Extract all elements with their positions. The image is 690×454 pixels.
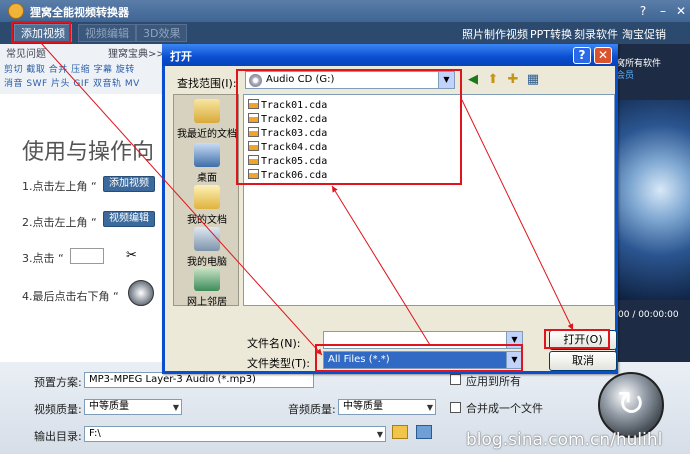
back-icon[interactable]: ◀	[465, 72, 481, 88]
my-computer-icon	[194, 227, 220, 251]
cancel-button[interactable]: 取消	[549, 351, 617, 371]
output-label: 输出目录:	[34, 430, 82, 443]
app-title: 狸窝全能视频转换器	[30, 6, 129, 19]
convert-icon: ↻	[616, 384, 646, 424]
place-network-label: 网上邻居	[187, 297, 227, 308]
tab-guide[interactable]: 狸窝宝典>>	[108, 45, 165, 60]
audio-quality-label: 音频质量:	[288, 403, 336, 416]
link-photo-video[interactable]: 照片制作视频	[462, 26, 528, 42]
look-in-label: 查找范围(I):	[177, 77, 237, 90]
open-folder-icon[interactable]	[416, 425, 432, 439]
3d-effects-button[interactable]: 3D效果	[136, 24, 188, 42]
apply-all-checkbox[interactable]	[450, 374, 461, 385]
places-bar: 我最近的文档 桌面 我的文档 我的电脑 网上邻居	[173, 94, 240, 308]
preset-label: 预置方案:	[34, 376, 82, 389]
watermark: blog.sina.com.cn/hulihl	[466, 430, 663, 450]
app-title-bar: 狸窝全能视频转换器 ? – ✕	[0, 0, 690, 22]
highlight-file-type	[315, 344, 523, 372]
merge-checkbox[interactable]	[450, 402, 461, 413]
tab-faq[interactable]: 常见问题	[6, 45, 46, 60]
chevron-down-icon: ▼	[426, 403, 433, 412]
time-readout: 00 / 00:00:00	[618, 310, 679, 320]
filetype-label: 文件类型(T):	[247, 357, 311, 370]
merge-label: 合并成一个文件	[466, 402, 543, 415]
feature-row-2[interactable]: 消音 SWF 片头 GIF 双音轨 MV	[4, 76, 140, 89]
desktop-icon	[194, 143, 220, 167]
place-network[interactable]: 网上邻居	[174, 267, 240, 308]
place-desktop[interactable]: 桌面	[174, 143, 240, 184]
place-desktop-label: 桌面	[197, 173, 217, 184]
highlight-add-video	[11, 21, 71, 43]
step-4-text: 4.最后点击右下角 “	[22, 290, 119, 303]
link-ppt[interactable]: PPT转换	[530, 26, 572, 42]
new-folder-icon[interactable]: ✚	[505, 72, 521, 88]
step-2-edit-video-button[interactable]: 视频编辑	[103, 211, 155, 227]
help-icon[interactable]: ?	[636, 4, 650, 18]
highlight-file-list	[236, 69, 462, 185]
guide-heading: 使用与操作向	[22, 140, 155, 165]
toolbar: 添加视频 视频编辑 3D效果 照片制作视频 PPT转换 刻录软件 淘宝促销	[0, 22, 690, 44]
preset-select[interactable]: MP3-MPEG Layer-3 Audio (*.mp3)	[84, 372, 314, 388]
app-logo-icon	[8, 3, 24, 19]
place-recent-label: 我最近的文档	[177, 129, 237, 140]
convert-button[interactable]: ↻	[598, 372, 664, 438]
chevron-down-icon: ▼	[376, 430, 383, 439]
view-menu-icon[interactable]: ▦	[525, 72, 541, 88]
up-folder-icon[interactable]: ⬆	[485, 72, 501, 88]
audio-quality-value: 中等质量	[343, 401, 383, 412]
video-preview	[616, 100, 690, 300]
dialog-title-bar: 打开 ? ✕	[162, 44, 618, 66]
preview-panel: 窝所有软件 会员 00 / 00:00:00	[612, 44, 690, 362]
video-quality-select[interactable]: 中等质量 ▼	[84, 399, 182, 415]
feature-panel: 常见问题 狸窝宝典>> 剪切 截取 合并 压缩 字幕 旋转 消音 SWF 片头 …	[0, 44, 168, 94]
link-taobao[interactable]: 淘宝促销	[622, 26, 666, 42]
network-icon	[194, 267, 220, 291]
filename-label: 文件名(N):	[247, 337, 301, 350]
tool-icon[interactable]: ✂	[126, 248, 137, 263]
output-dir-select[interactable]: F:\ ▼	[84, 426, 386, 442]
apply-all-label: 应用到所有	[466, 375, 521, 388]
close-icon[interactable]: ✕	[674, 4, 688, 18]
place-computer[interactable]: 我的电脑	[174, 227, 240, 268]
link-burn[interactable]: 刻录软件	[574, 26, 618, 42]
step-2-text: 2.点击左上角 “	[22, 216, 97, 229]
preset-value: MP3-MPEG Layer-3 Audio (*.mp3)	[89, 374, 256, 385]
video-quality-label: 视频质量:	[34, 403, 82, 416]
place-recent[interactable]: 我最近的文档	[174, 99, 240, 140]
my-documents-icon	[194, 185, 220, 209]
audio-quality-select[interactable]: 中等质量 ▼	[338, 399, 436, 415]
step-1-text: 1.点击左上角 “	[22, 180, 97, 193]
chevron-down-icon: ▼	[172, 403, 179, 412]
video-quality-value: 中等质量	[89, 401, 129, 412]
output-dir-value: F:\	[89, 428, 101, 439]
feature-row-1[interactable]: 剪切 截取 合并 压缩 字幕 旋转	[4, 62, 135, 75]
right-info-member[interactable]: 会员	[616, 68, 634, 81]
minimize-icon[interactable]: –	[656, 4, 670, 18]
step-3-text: 3.点击 “	[22, 252, 64, 265]
place-documents-label: 我的文档	[187, 215, 227, 226]
edit-video-button[interactable]: 视频编辑	[78, 24, 136, 42]
dialog-title: 打开	[170, 50, 192, 63]
place-documents[interactable]: 我的文档	[174, 185, 240, 226]
help-icon[interactable]: ?	[573, 47, 591, 64]
step-3-combo[interactable]	[70, 248, 104, 264]
recent-docs-icon	[194, 99, 220, 123]
step-4-run-icon[interactable]	[128, 280, 154, 306]
step-1-add-video-button[interactable]: 添加视频	[103, 176, 155, 192]
close-icon[interactable]: ✕	[594, 47, 612, 64]
highlight-open-button	[544, 329, 610, 349]
folder-icon[interactable]	[392, 425, 408, 439]
